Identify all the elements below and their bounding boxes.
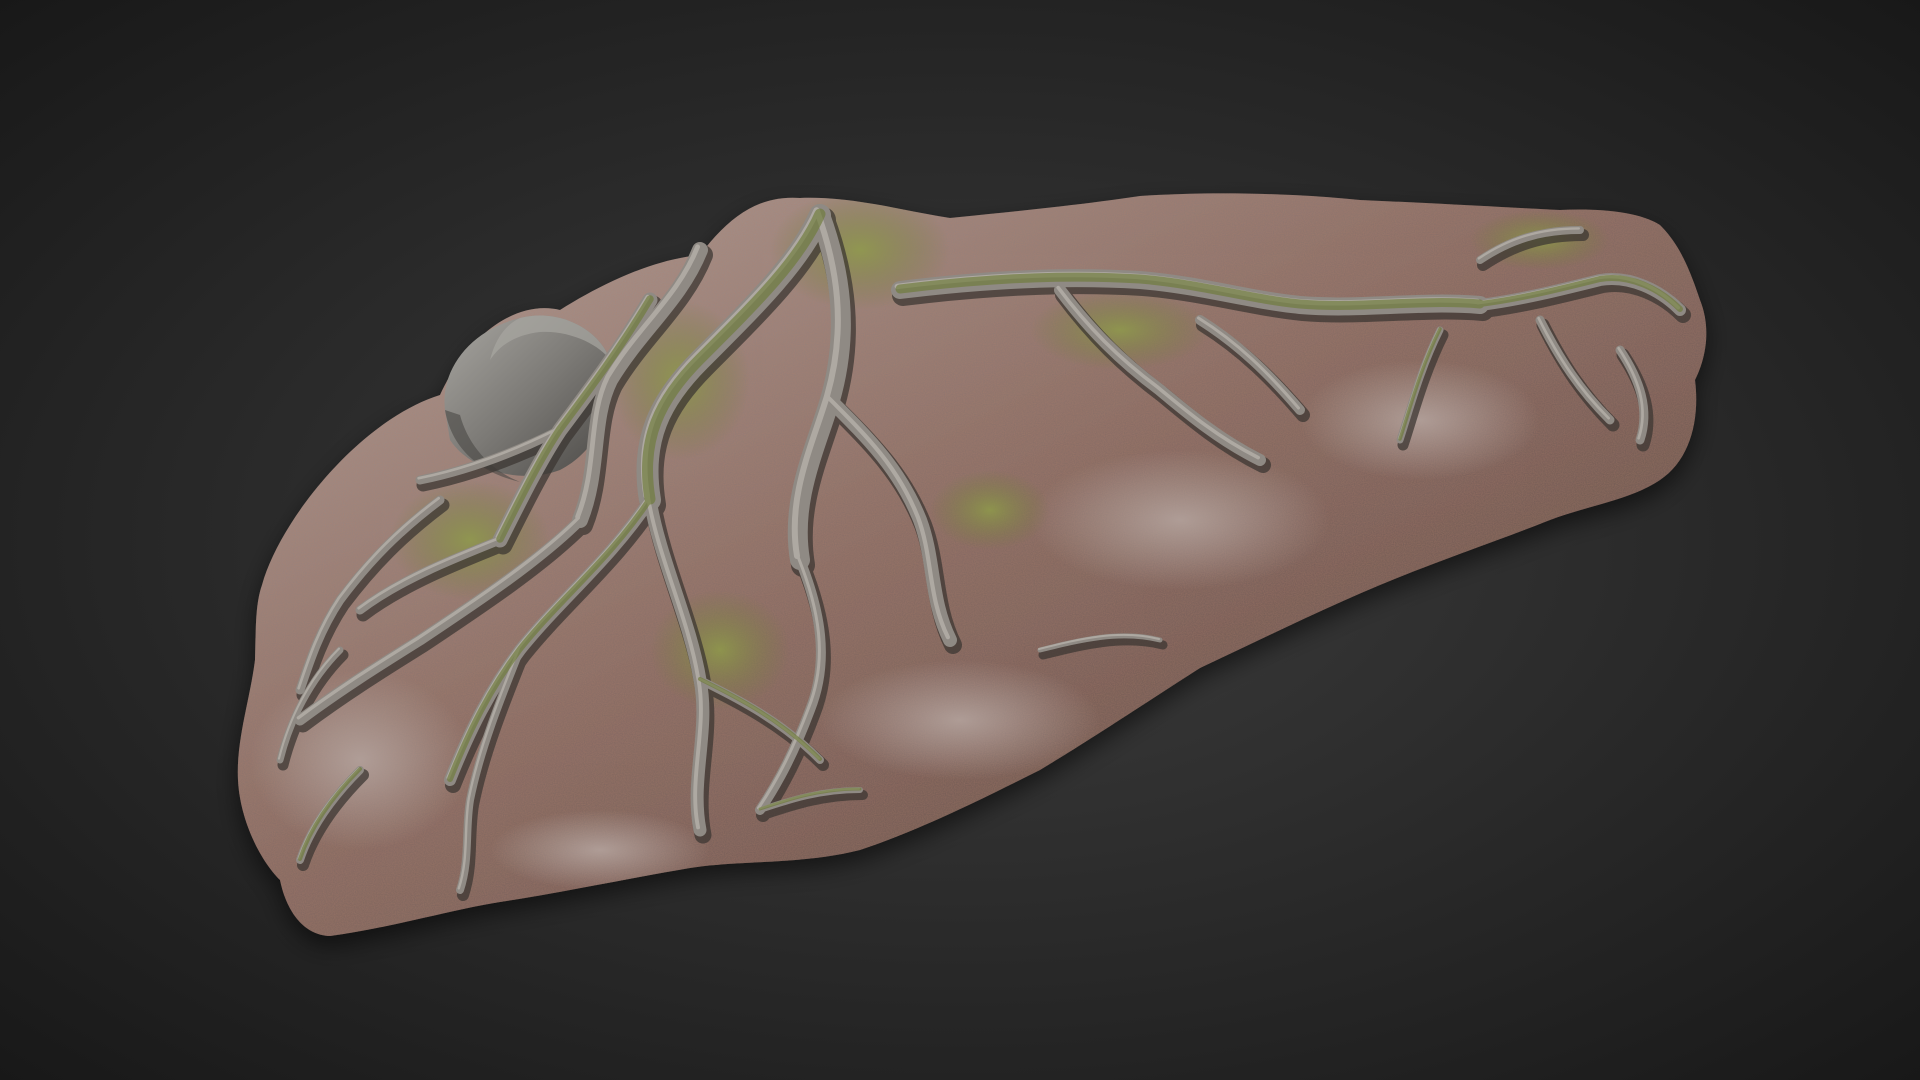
moss-patch [930, 470, 1050, 550]
scene-canvas[interactable] [0, 0, 1920, 1080]
pale-soil-patch [1030, 450, 1330, 590]
3d-viewport[interactable] [0, 0, 1920, 1080]
